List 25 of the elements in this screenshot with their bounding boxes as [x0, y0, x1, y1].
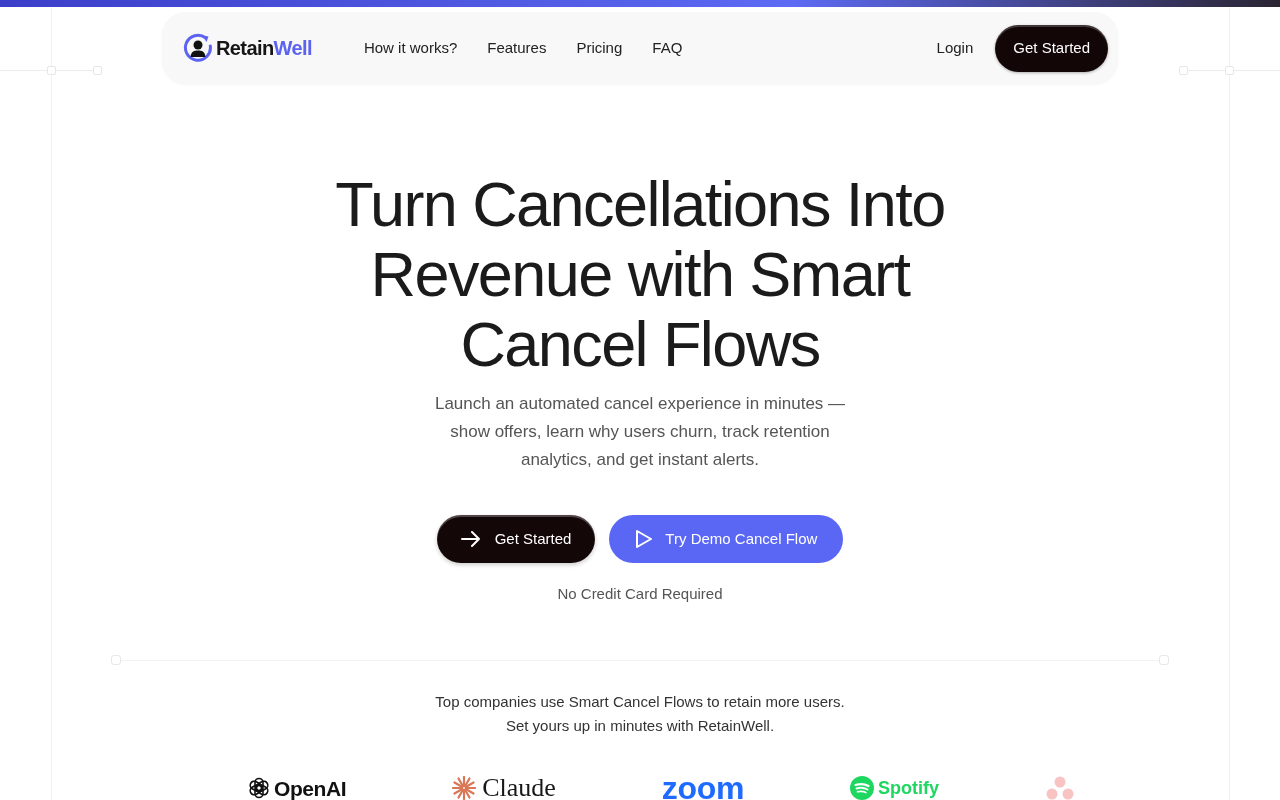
hero-heading: Turn Cancellations Into Revenue with Smart Cancel Flows: [334, 169, 946, 379]
logo-icon: [183, 33, 213, 63]
arrow-right-icon: [460, 531, 481, 547]
get-started-button[interactable]: Get Started: [995, 24, 1108, 72]
hero-subtitle: Launch an automated cancel experience in minutes — show offers, learn why users churn, track retention analytics, and get instant alerts.: [433, 393, 847, 471]
nav-link[interactable]: How it works?: [363, 36, 458, 60]
get-started-button[interactable]: Get Started: [436, 515, 596, 563]
login-link[interactable]: Login: [936, 36, 974, 60]
company-logo-text: Spotify: [878, 779, 940, 797]
play-icon: [635, 529, 654, 549]
no-credit-card-note: No Credit Card Required: [557, 584, 723, 604]
nav-link[interactable]: Features: [487, 36, 547, 60]
starburst-logo-icon: [452, 776, 477, 800]
company-logo-text: zoom: [661, 772, 745, 800]
brand-logo[interactable]: RetainWell: [183, 33, 312, 63]
try-demo-button[interactable]: Try Demo Cancel Flow: [609, 515, 844, 563]
knot-logo-icon: [247, 776, 271, 800]
three-dots-logo-icon: [1045, 776, 1076, 800]
social-proof-text: Set yours up in minutes with RetainWell.: [505, 716, 775, 736]
nav-link[interactable]: FAQ: [652, 36, 683, 60]
nav-link[interactable]: Pricing: [576, 36, 623, 60]
brand-name: RetainWell: [216, 38, 312, 58]
company-logo-text: Claude: [482, 775, 556, 800]
social-proof-text: Top companies use Smart Cancel Flows to retain more users.: [435, 692, 845, 712]
company-logo-text: OpenAI: [274, 777, 347, 799]
